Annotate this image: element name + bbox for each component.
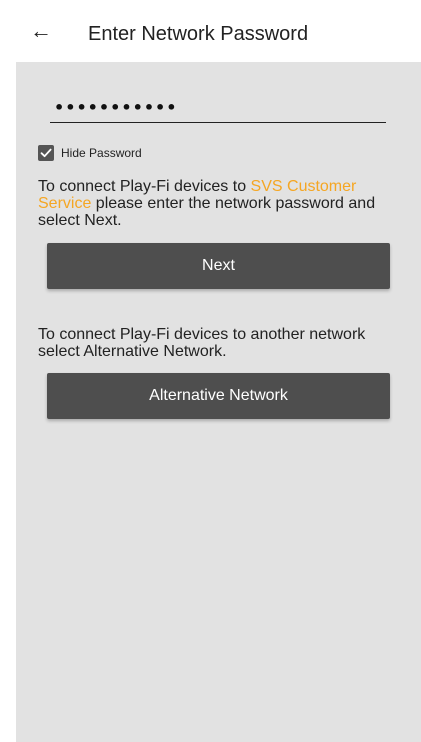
hide-password-row: Hide Password — [38, 144, 142, 162]
next-button[interactable]: Next — [47, 243, 390, 289]
password-input[interactable] — [52, 94, 386, 120]
app-header: ← Enter Network Password — [0, 0, 421, 62]
instructions-text: To connect Play-Fi devices to SVS Custom… — [38, 178, 404, 229]
alternative-network-button[interactable]: Alternative Network — [47, 373, 390, 419]
password-field — [50, 92, 386, 123]
hide-password-label: Hide Password — [61, 146, 142, 160]
page-title: Enter Network Password — [88, 23, 309, 45]
instructions-prefix: To connect Play-Fi devices to — [38, 178, 251, 195]
password-panel: Hide Password To connect Play-Fi devices… — [16, 62, 421, 742]
hide-password-checkbox[interactable] — [38, 145, 54, 161]
back-arrow-icon[interactable]: ← — [30, 20, 52, 42]
alternative-text: To connect Play-Fi devices to another ne… — [38, 326, 366, 360]
checkmark-icon — [40, 148, 52, 158]
